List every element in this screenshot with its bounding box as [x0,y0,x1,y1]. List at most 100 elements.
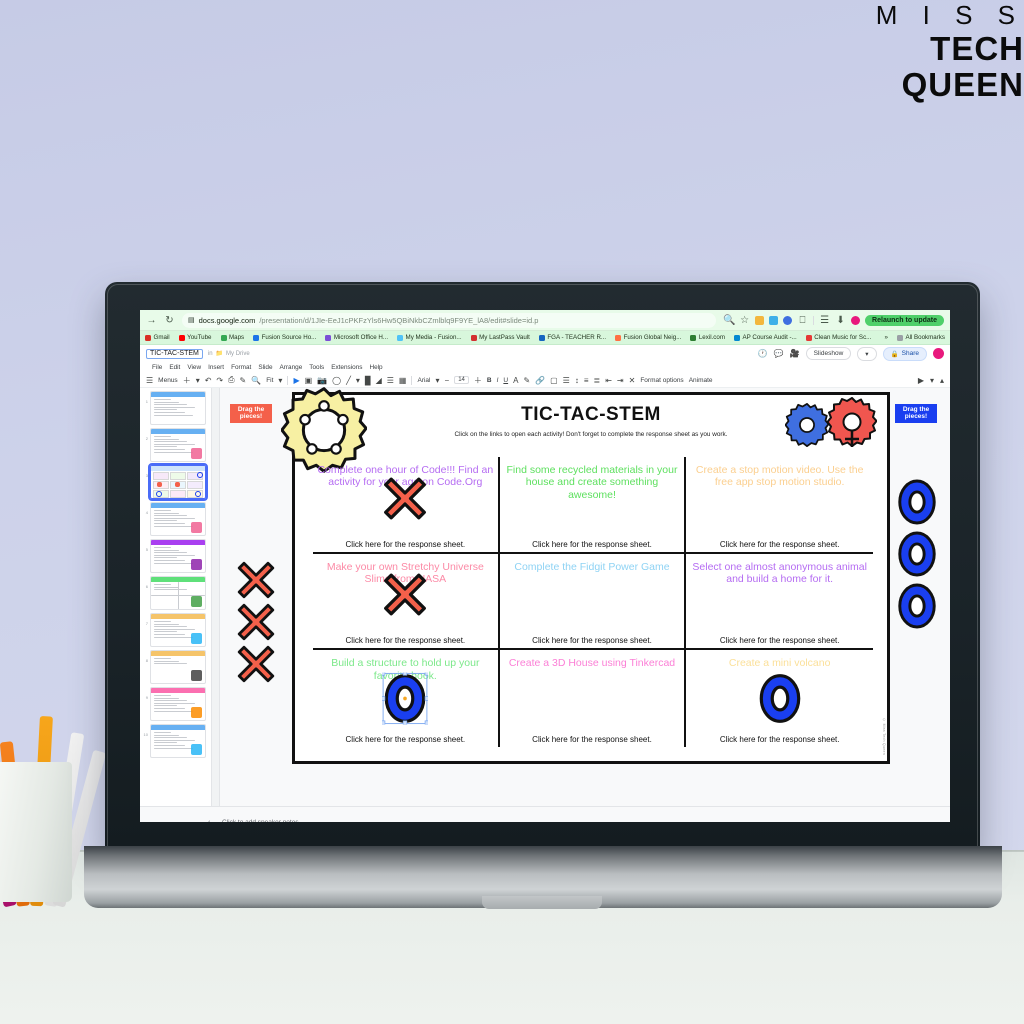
bookmark-item-1[interactable]: YouTube [178,334,212,341]
select-cursor-icon[interactable]: ▶ [293,376,299,385]
bullet-list-icon[interactable]: ≡ [584,376,589,385]
location-name[interactable]: My Drive [226,351,250,357]
placed-o-piece-cell-9[interactable] [757,672,803,729]
profile-avatar-icon[interactable] [851,315,861,325]
menu-item-arrange[interactable]: Arrange [280,364,303,371]
site-info-icon[interactable]: ▤ [188,316,195,324]
slideshow-dropdown[interactable]: ▾ [857,346,877,361]
menus-icon[interactable]: ☰ [146,376,153,385]
cell-task-text-2[interactable]: Find some recycled materials in your hou… [504,461,681,501]
slide-thumbnail-1[interactable] [150,391,206,425]
comment-icon[interactable]: 💬 [774,349,784,358]
insert-link-icon[interactable]: 🔗 [535,376,545,385]
filmstrip-row-10[interactable]: 10 [143,724,209,758]
split-screen-icon[interactable]: ⎕ [797,315,808,326]
filmstrip-row-6[interactable]: 6 [143,576,209,610]
menus-label[interactable]: Menus [158,377,178,384]
bookmark-item-10[interactable]: AP Course Audit -... [734,334,797,341]
filmstrip-row-7[interactable]: 7 [143,613,209,647]
textbox-icon[interactable]: ▣ [305,376,313,385]
menu-item-format[interactable]: Format [231,364,251,371]
extension-icon-1[interactable] [755,315,765,325]
collapse-toolbar-icon[interactable]: ▴ [940,376,944,385]
menu-item-extensions[interactable]: Extensions [331,364,362,371]
cell-task-text-8[interactable]: Create a 3D House using Tinkercad [509,654,675,669]
slideshow-button[interactable]: Slideshow [805,347,852,360]
paint-format-icon[interactable]: ✎ [240,376,247,385]
shape-icon[interactable]: ◯ [332,376,341,385]
cell-response-link-9[interactable]: Click here for the response sheet. [690,735,869,747]
slide-filmstrip[interactable]: 1 2 3 4 5 6 7 8 9 10 [140,388,212,806]
translate-icon[interactable]: ☰ [819,315,830,326]
filmstrip-row-9[interactable]: 9 [143,687,209,721]
extension-icon-2[interactable] [769,315,779,325]
menu-item-help[interactable]: Help [369,364,382,371]
border-weight-icon[interactable]: ☰ [387,376,394,385]
bookmark-item-3[interactable]: Fusion Source Ho... [253,334,316,341]
filmstrip-row-5[interactable]: 5 [143,539,209,573]
menu-item-edit[interactable]: Edit [169,364,180,371]
insert-image-icon[interactable]: 📷 [317,376,327,385]
zoom-label[interactable]: Fit [266,377,273,384]
address-bar[interactable]: ▤ docs.google.com/presentation/d/1JIe-Ee… [182,312,717,328]
placed-x-piece-cell-4[interactable] [382,572,428,623]
cell-task-text-3[interactable]: Create a stop motion video. Use the free… [690,461,869,489]
x-piece-tray-3[interactable] [236,644,276,689]
font-family-select[interactable]: Arial [417,377,430,384]
download-icon[interactable]: ⬇ [835,315,846,326]
back-arrow-icon[interactable]: → [146,315,157,326]
animate-button[interactable]: Animate [689,377,713,384]
extension-icon-3[interactable] [783,315,793,325]
board-cell-3[interactable]: Create a stop motion video. Use the free… [686,457,873,554]
share-button[interactable]: 🔒 Share [882,346,927,361]
menu-item-view[interactable]: View [187,364,201,371]
bookmark-item-0[interactable]: Gmail [145,334,170,341]
filmstrip-row-4[interactable]: 4 [143,502,209,536]
indent-more-icon[interactable]: ⇥ [617,376,624,385]
relaunch-to-update-button[interactable]: Relaunch to update [865,314,944,326]
cell-response-link-3[interactable]: Click here for the response sheet. [690,540,869,552]
italic-button[interactable]: I [497,377,499,384]
undo-icon[interactable]: ↶ [205,376,212,385]
explore-icon[interactable]: ▶ [918,376,924,385]
format-options-button[interactable]: Format options [640,377,683,384]
board-cell-2[interactable]: Find some recycled materials in your hou… [499,457,687,554]
bookmark-item-4[interactable]: Microsoft Office H... [325,334,388,341]
bookmark-item-2[interactable]: Maps [220,334,244,341]
slide-thumbnail-8[interactable] [150,650,206,684]
cell-task-text-5[interactable]: Complete the Fidgit Power Game [514,558,669,573]
add-slide-dropdown-icon[interactable]: ▾ [196,376,200,385]
add-slide-icon[interactable]: ＋ [183,375,191,386]
collapse-filmstrip-icon[interactable]: ‹ [208,819,210,822]
bookmark-item-6[interactable]: My LastPass Vault [470,334,530,341]
highlight-color-icon[interactable]: ✎ [523,376,530,385]
line-icon[interactable]: ╱ [346,376,351,385]
slide-thumbnail-9[interactable] [150,687,206,721]
board-cell-9[interactable]: Create a mini volcano Click here for the … [686,650,873,747]
cell-response-link-1[interactable]: Click here for the response sheet. [317,540,494,552]
cell-response-link-6[interactable]: Click here for the response sheet. [690,636,869,648]
board-cell-1[interactable]: Complete one hour of Code!!! Find an act… [313,457,500,554]
slide-canvas-area[interactable]: Drag the pieces! Drag the pieces! TIC-TA… [220,387,950,806]
text-color-icon[interactable]: A [513,376,518,385]
filmstrip-row-1[interactable]: 1 [143,391,209,425]
align-icon[interactable]: ☰ [563,376,570,385]
document-title[interactable]: TIC-TAC-STEM [146,348,203,359]
placed-x-piece-cell-1[interactable] [382,475,428,526]
version-history-icon[interactable]: 🕐 [758,349,768,358]
x-piece-tray-1[interactable] [236,560,276,605]
font-size-input[interactable]: 14 [454,376,469,384]
o-piece-tray-3[interactable] [896,582,938,635]
menu-item-slide[interactable]: Slide [258,364,272,371]
menu-item-insert[interactable]: Insert [208,364,224,371]
folder-icon[interactable]: 📁 [216,350,223,357]
o-piece-tray-1[interactable] [896,478,938,531]
slide-thumbnail-2[interactable] [150,428,206,462]
board-cell-4[interactable]: Make your own Stretchy Universe Slime fr… [313,553,500,651]
bookmark-item-9[interactable]: Lexil.com [690,334,725,341]
bookmark-item-7[interactable]: FGA - TEACHER R... [538,334,606,341]
border-dash-icon[interactable]: ▦ [399,376,407,385]
board-cell-6[interactable]: Select one almost anonymous animal and b… [686,554,873,651]
all-bookmarks-button[interactable]: All Bookmarks [896,334,945,341]
slide-thumbnail-4[interactable] [150,502,206,536]
